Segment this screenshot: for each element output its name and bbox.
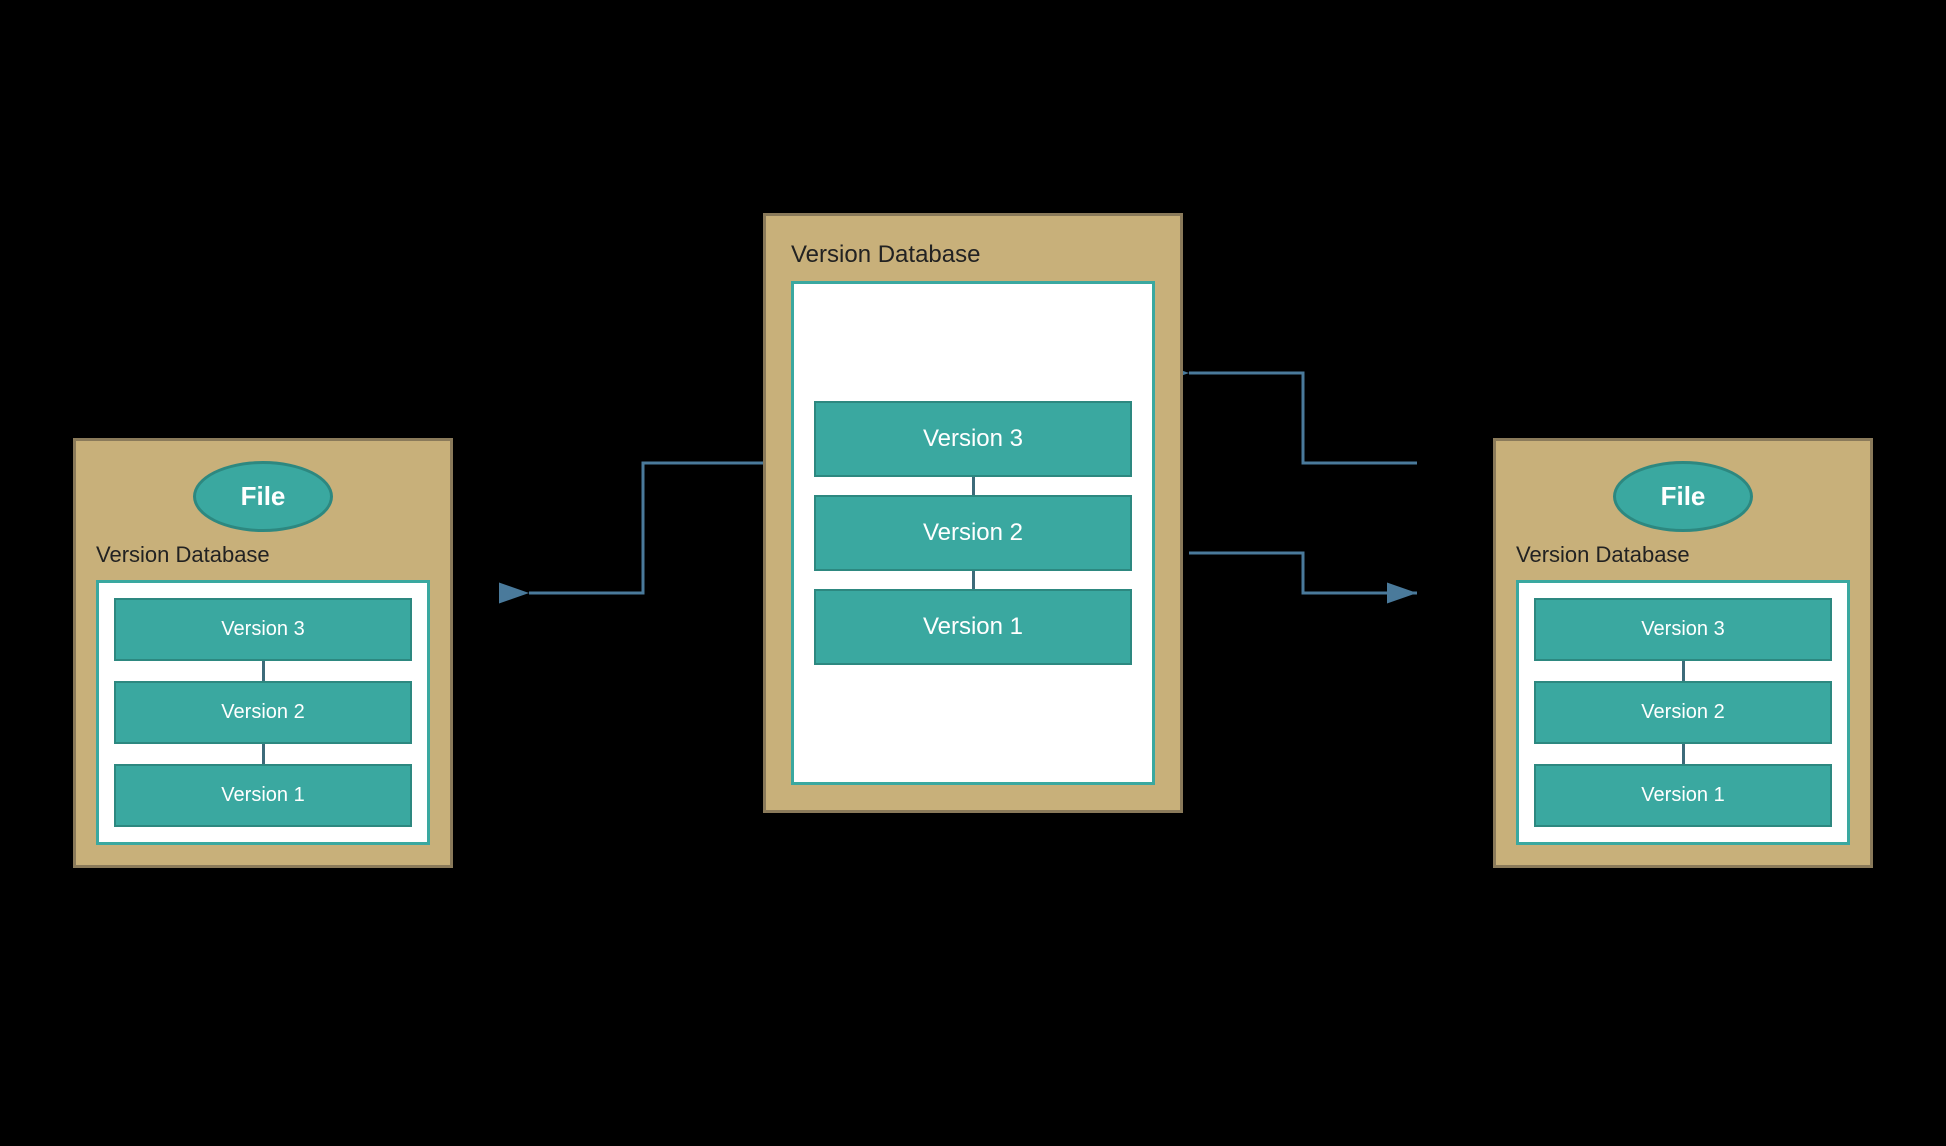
left-connector-2	[262, 744, 265, 764]
right-version-1: Version 1	[1534, 764, 1832, 827]
left-db-box: File Version Database Version 3 Version …	[73, 438, 453, 868]
right-connector-2	[1682, 744, 1685, 764]
center-version-1: Version 1	[814, 589, 1132, 665]
right-connector-1	[1682, 661, 1685, 681]
right-db-box: File Version Database Version 3 Version …	[1493, 438, 1873, 868]
center-column: Version Database Version 3 Version 2 Ver…	[763, 213, 1183, 813]
arrow-right-to-center	[1189, 373, 1417, 463]
arrow-center-to-left	[529, 463, 763, 593]
center-connector-2	[972, 571, 975, 589]
right-column: File Version Database Version 3 Version …	[1493, 438, 1873, 868]
right-inner-container: Version 3 Version 2 Version 1	[1516, 580, 1850, 845]
left-version-3: Version 3	[114, 598, 412, 661]
right-db-label: Version Database	[1516, 542, 1690, 568]
center-db-label: Version Database	[791, 241, 980, 269]
left-column: File Version Database Version 3 Version …	[73, 438, 453, 868]
left-db-label: Version Database	[96, 542, 270, 568]
right-file-label: File	[1661, 481, 1706, 512]
right-version-3: Version 3	[1534, 598, 1832, 661]
center-connector-1	[972, 477, 975, 495]
left-file-oval: File	[193, 461, 333, 532]
right-version-2: Version 2	[1534, 681, 1832, 744]
left-inner-container: Version 3 Version 2 Version 1	[96, 580, 430, 845]
arrow-center-to-right	[1189, 553, 1417, 593]
diagram: File Version Database Version 3 Version …	[73, 73, 1873, 1073]
center-db-box: Version Database Version 3 Version 2 Ver…	[763, 213, 1183, 813]
left-connector-1	[262, 661, 265, 681]
center-inner-container: Version 3 Version 2 Version 1	[791, 281, 1155, 785]
center-version-2: Version 2	[814, 495, 1132, 571]
right-file-oval: File	[1613, 461, 1753, 532]
left-version-2: Version 2	[114, 681, 412, 744]
left-version-1: Version 1	[114, 764, 412, 827]
center-version-3: Version 3	[814, 401, 1132, 477]
left-file-label: File	[241, 481, 286, 512]
